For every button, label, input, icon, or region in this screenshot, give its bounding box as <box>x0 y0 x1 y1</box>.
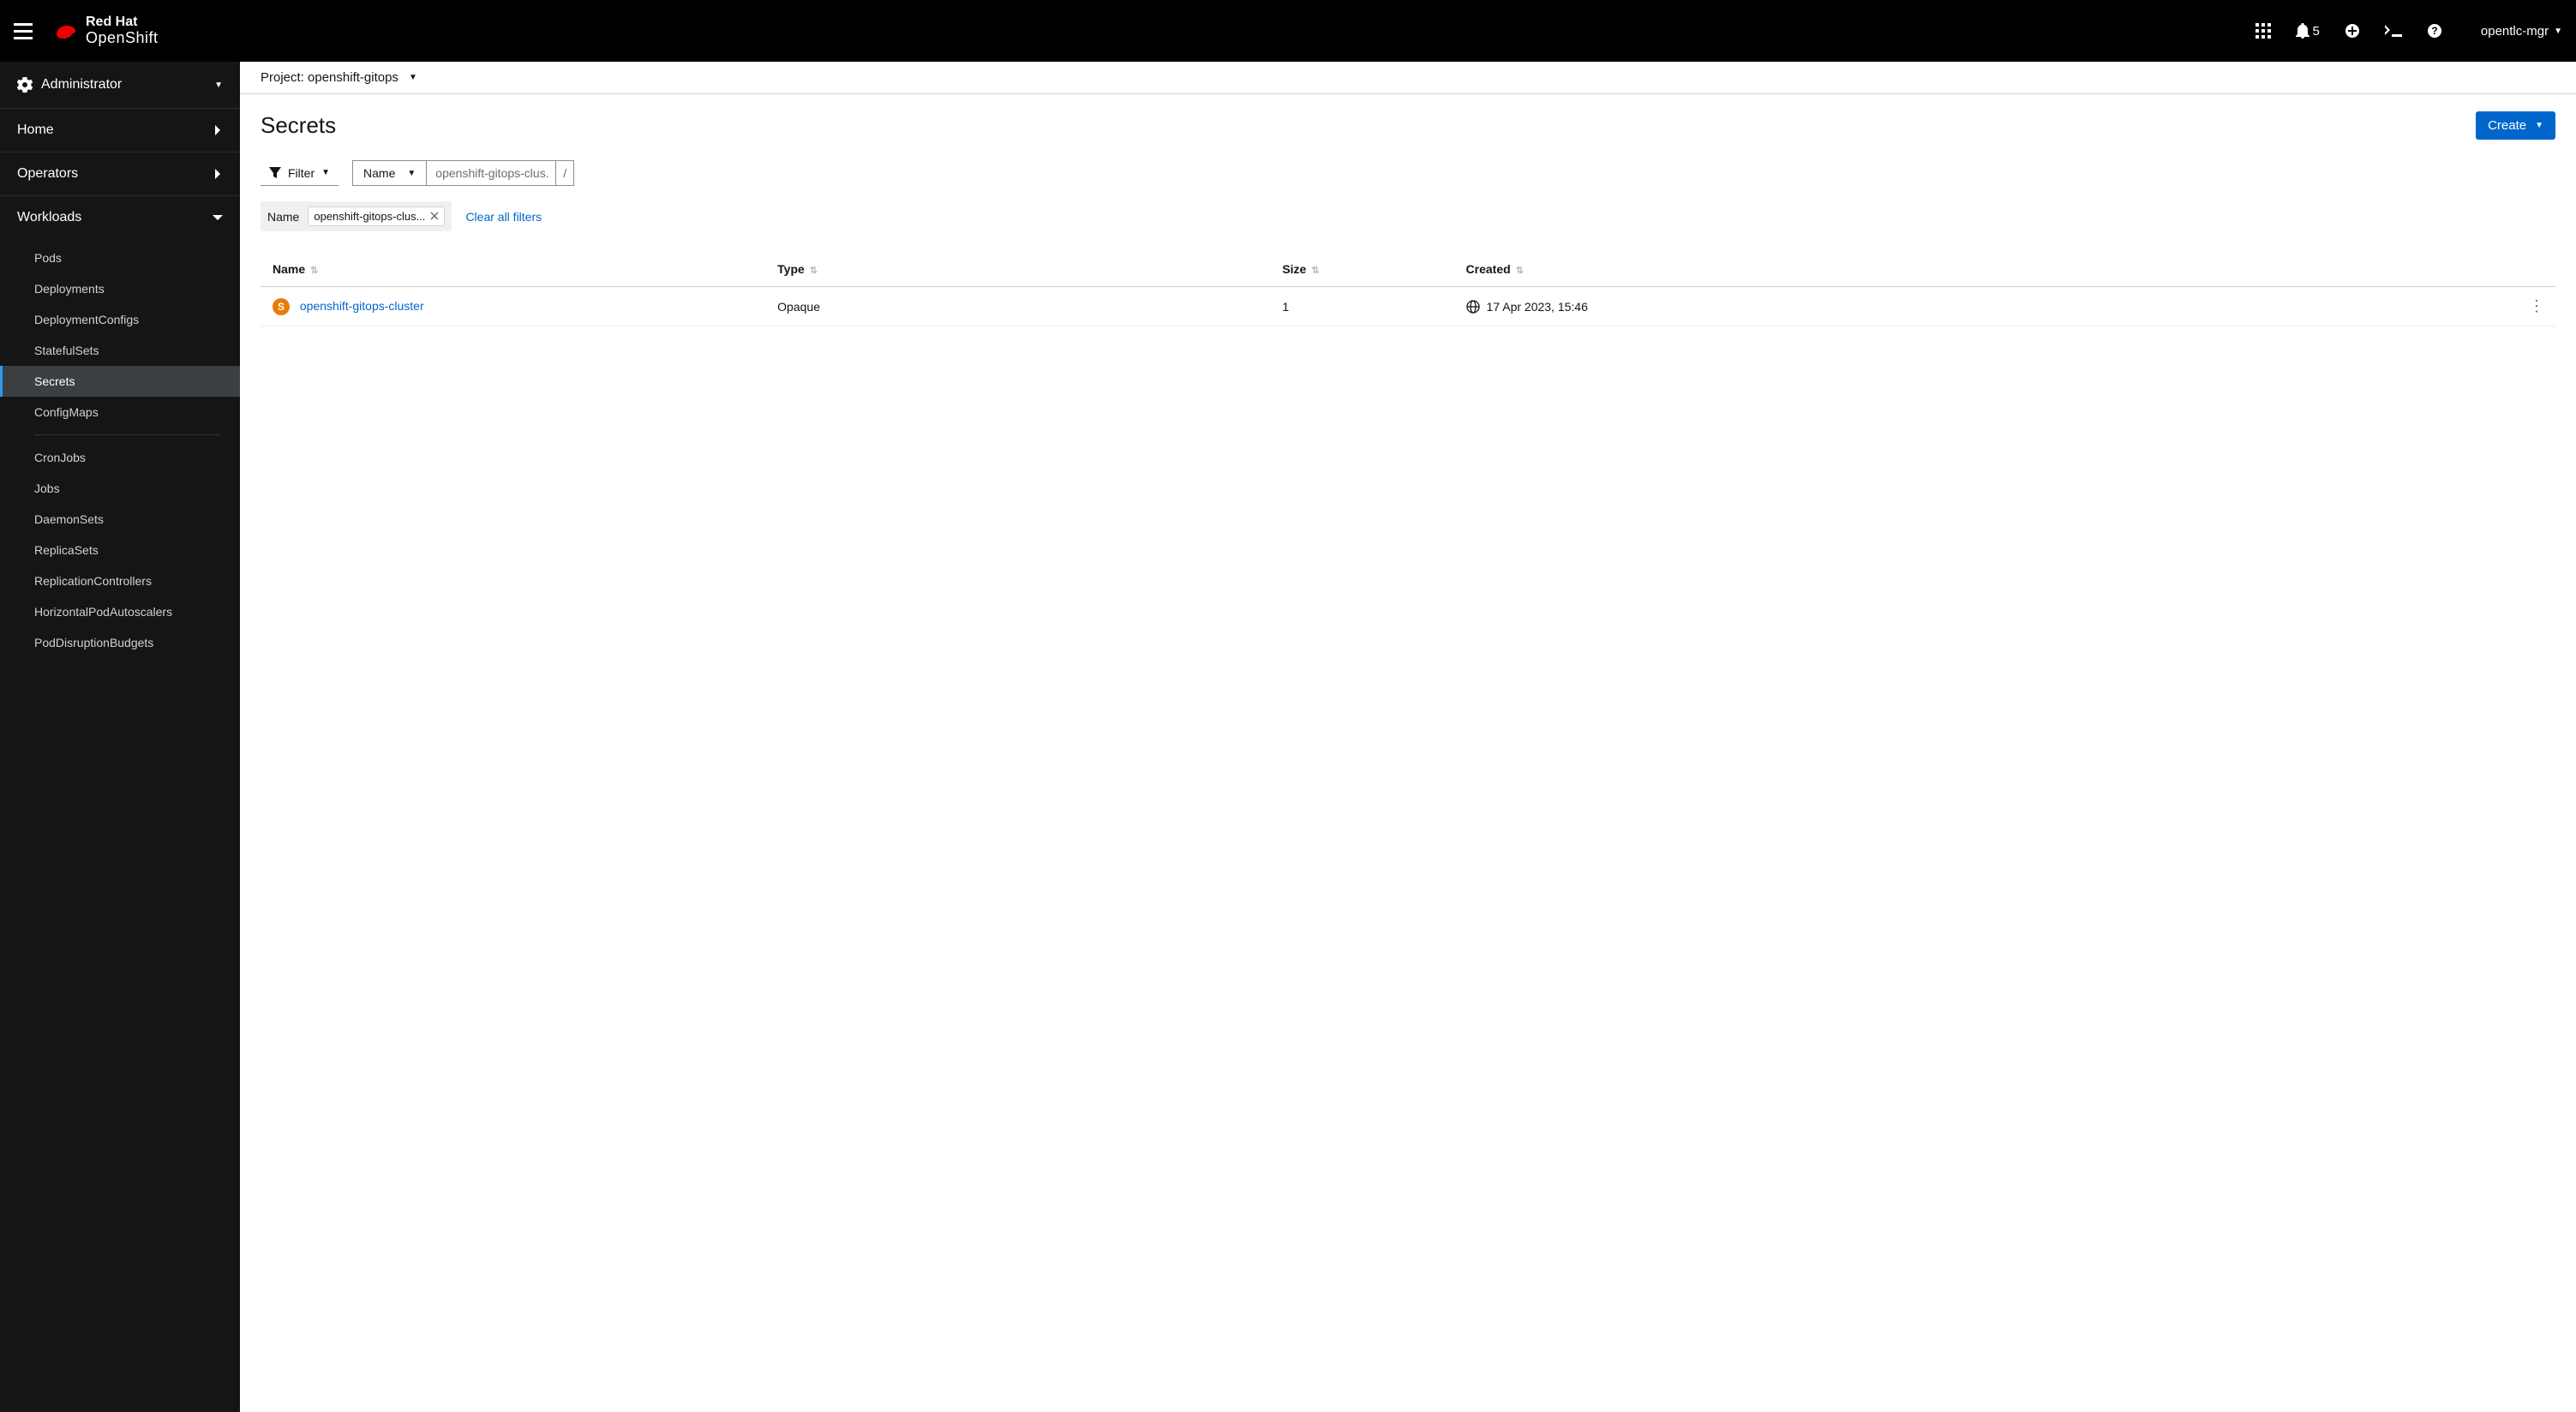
filter-chip: openshift-gitops-clus... <box>308 206 445 226</box>
main-content: Project: openshift-gitops ▼ Secrets Crea… <box>240 62 2576 1412</box>
bell-icon <box>2296 23 2309 39</box>
sidebar-item-statefulsets[interactable]: StatefulSets <box>0 335 240 366</box>
sort-icon: ⇅ <box>1311 266 1319 276</box>
chip-text: openshift-gitops-clus... <box>314 210 425 223</box>
col-name[interactable]: Name⇅ <box>261 252 765 287</box>
secrets-table: Name⇅ Type⇅ Size⇅ Created⇅ S openshift-g… <box>261 252 2555 326</box>
search-input[interactable] <box>427 161 555 185</box>
row-actions-kebab[interactable]: ⋮ <box>2529 297 2543 314</box>
masthead: Red Hat OpenShift 5 ? opentlc-mgr ▼ <box>0 0 2576 62</box>
help-icon[interactable]: ? <box>2426 22 2443 39</box>
filter-dropdown[interactable]: Filter ▼ <box>261 161 338 186</box>
cell-type: Opaque <box>765 287 1270 326</box>
col-size[interactable]: Size⇅ <box>1270 252 1453 287</box>
sort-icon: ⇅ <box>310 266 318 276</box>
user-name: opentlc-mgr <box>2481 24 2549 39</box>
clear-all-filters-link[interactable]: Clear all filters <box>465 210 542 224</box>
col-type[interactable]: Type⇅ <box>765 252 1270 287</box>
filter-attribute-dropdown[interactable]: Name ▼ <box>352 160 426 186</box>
search-input-group: / <box>426 160 574 186</box>
perspective-label: Administrator <box>41 77 122 93</box>
terminal-icon[interactable] <box>2385 22 2402 39</box>
chip-group-label: Name <box>267 210 299 224</box>
nav-section-operators[interactable]: Operators <box>0 153 240 196</box>
sidebar-item-secrets[interactable]: Secrets <box>0 366 240 397</box>
caret-down-icon: ▼ <box>2554 27 2562 36</box>
project-selector[interactable]: Project: openshift-gitops ▼ <box>261 70 417 85</box>
col-created[interactable]: Created⇅ <box>1454 252 2517 287</box>
globe-icon <box>1466 300 1480 314</box>
sidebar-item-jobs[interactable]: Jobs <box>0 473 240 504</box>
nav-section-workloads[interactable]: Workloads <box>0 196 240 239</box>
brand-logo[interactable]: Red Hat OpenShift <box>53 15 159 46</box>
remove-chip-button[interactable] <box>430 210 439 223</box>
sidebar: Administrator ▼ Home Operators Workloads… <box>0 62 240 1412</box>
chevron-right-icon <box>213 125 223 135</box>
toolbar: Filter ▼ Name ▼ / <box>261 160 2555 186</box>
sidebar-item-deploymentconfigs[interactable]: DeploymentConfigs <box>0 304 240 335</box>
sidebar-item-configmaps[interactable]: ConfigMaps <box>0 397 240 428</box>
sidebar-item-cronjobs[interactable]: CronJobs <box>0 442 240 473</box>
project-bar: Project: openshift-gitops ▼ <box>240 62 2576 94</box>
filter-chip-group: Name openshift-gitops-clus... <box>261 201 452 231</box>
perspective-switcher[interactable]: Administrator ▼ <box>0 62 240 109</box>
notification-count: 5 <box>2313 24 2320 39</box>
cell-created: 17 Apr 2023, 15:46 <box>1487 300 1588 314</box>
svg-text:?: ? <box>2431 25 2437 37</box>
search-shortcut-hint: / <box>555 161 573 185</box>
caret-down-icon: ▼ <box>321 168 330 177</box>
sort-icon: ⇅ <box>810 266 818 276</box>
project-name: openshift-gitops <box>308 70 398 85</box>
caret-down-icon: ▼ <box>409 73 417 82</box>
sidebar-item-hpa[interactable]: HorizontalPodAutoscalers <box>0 596 240 627</box>
table-row: S openshift-gitops-cluster Opaque 1 17 A… <box>261 287 2555 326</box>
workloads-subnav: Pods Deployments DeploymentConfigs State… <box>0 239 240 665</box>
resource-badge-secret: S <box>273 298 290 315</box>
cog-icon <box>17 77 33 93</box>
sidebar-item-daemonsets[interactable]: DaemonSets <box>0 504 240 535</box>
sort-icon: ⇅ <box>1516 266 1524 276</box>
sidebar-item-pdb[interactable]: PodDisruptionBudgets <box>0 627 240 658</box>
secret-link[interactable]: openshift-gitops-cluster <box>300 299 424 313</box>
app-launcher-icon[interactable] <box>2255 22 2272 39</box>
redhat-fedora-icon <box>53 21 79 41</box>
sidebar-item-pods[interactable]: Pods <box>0 242 240 273</box>
filter-icon <box>269 167 281 179</box>
close-icon <box>430 212 439 220</box>
sidebar-item-replicationcontrollers[interactable]: ReplicationControllers <box>0 565 240 596</box>
import-icon[interactable] <box>2344 22 2361 39</box>
user-menu[interactable]: opentlc-mgr ▼ <box>2481 24 2562 39</box>
masthead-actions: 5 ? opentlc-mgr ▼ <box>2255 22 2562 39</box>
caret-down-icon: ▼ <box>214 81 223 90</box>
cell-size: 1 <box>1270 287 1453 326</box>
caret-down-icon: ▼ <box>2535 121 2543 130</box>
notifications-button[interactable]: 5 <box>2296 23 2320 39</box>
page-title: Secrets <box>261 112 336 139</box>
caret-down-icon: ▼ <box>407 169 416 178</box>
chevron-down-icon <box>213 212 223 223</box>
create-button[interactable]: Create ▼ <box>2476 111 2555 140</box>
chevron-right-icon <box>213 169 223 179</box>
sidebar-item-replicasets[interactable]: ReplicaSets <box>0 535 240 565</box>
filter-chip-row: Name openshift-gitops-clus... Clear all … <box>261 201 2555 231</box>
nav-section-home[interactable]: Home <box>0 109 240 153</box>
brand-text: Red Hat OpenShift <box>86 15 159 46</box>
nav-toggle-button[interactable] <box>14 19 38 43</box>
sidebar-item-deployments[interactable]: Deployments <box>0 273 240 304</box>
